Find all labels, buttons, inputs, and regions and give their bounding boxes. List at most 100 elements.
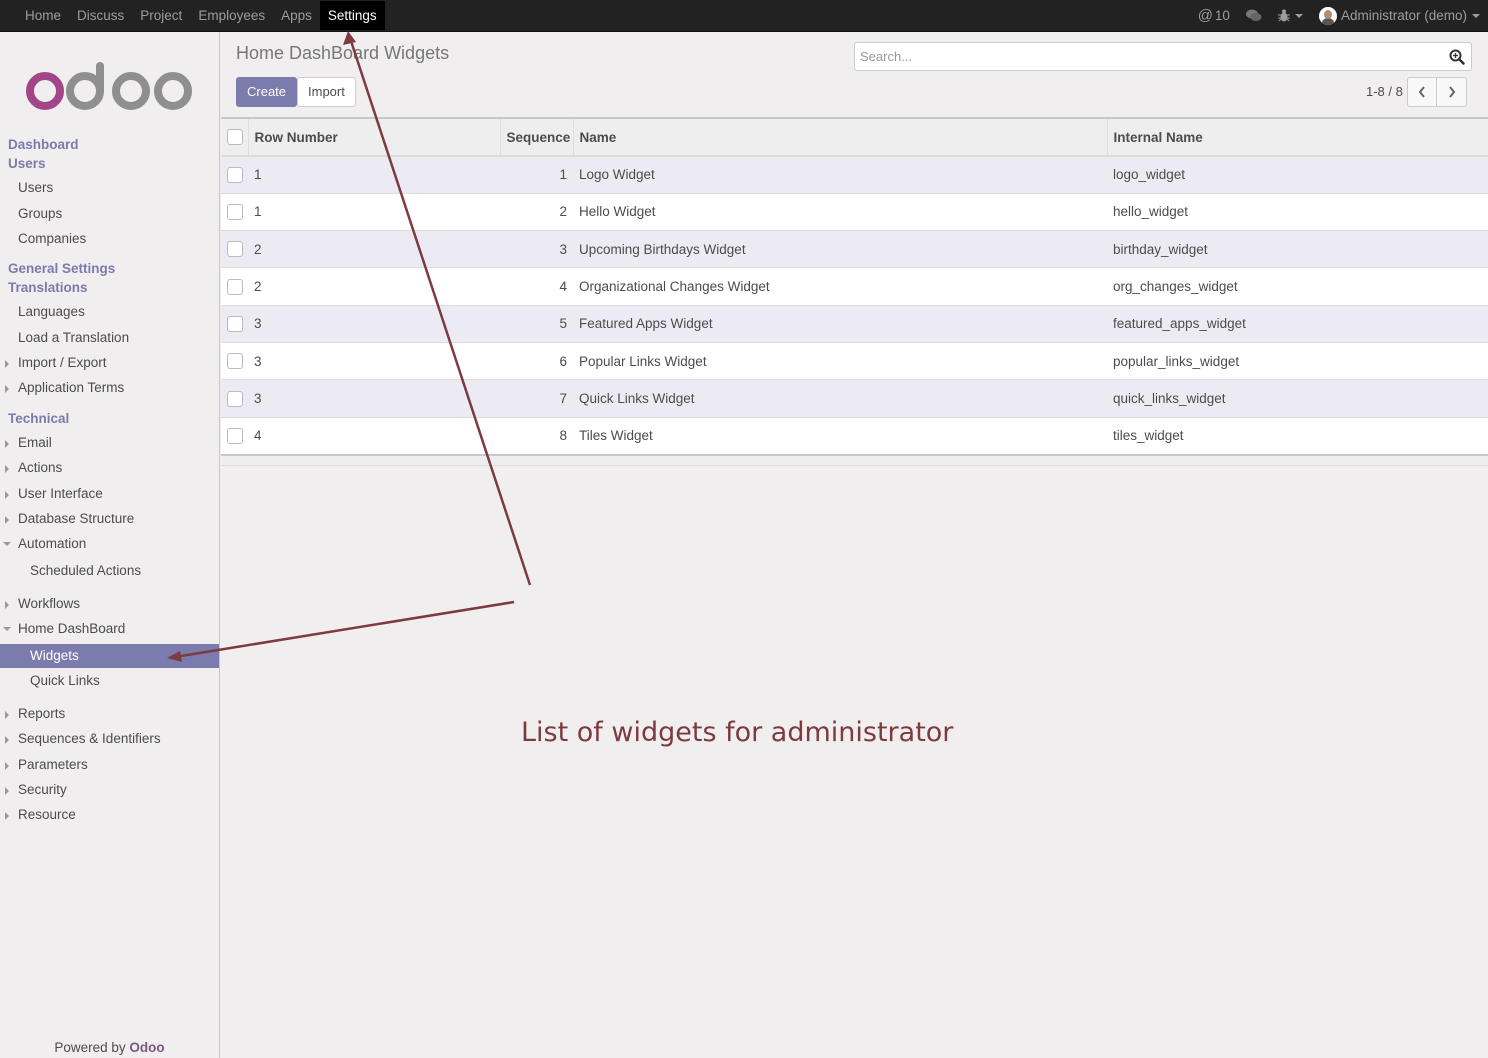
sidebar-item-load-translation[interactable]: Load a Translation xyxy=(0,326,219,350)
sidebar-item-users[interactable]: Users xyxy=(0,176,219,200)
chat-button[interactable] xyxy=(1245,9,1262,23)
page-title: Home DashBoard Widgets xyxy=(236,43,450,63)
sidebar-item-scheduled-actions[interactable]: Scheduled Actions xyxy=(0,559,219,583)
sidebar-item-automation[interactable]: Automation xyxy=(0,532,219,556)
cell-sequence: 8 xyxy=(559,428,567,444)
odoo-logo[interactable] xyxy=(26,62,194,112)
cell-row-number: 3 xyxy=(254,353,262,369)
import-button[interactable]: Import xyxy=(297,77,356,107)
table-row[interactable]: 1 1 Logo Widget logo_widget xyxy=(221,156,1488,194)
pager-next-button[interactable] xyxy=(1437,77,1467,107)
pager-value[interactable]: 1-8 / 8 xyxy=(1366,84,1403,99)
sidebar-item-application-terms[interactable]: Application Terms xyxy=(0,376,219,400)
sidebar-section-dashboard[interactable]: Dashboard xyxy=(8,137,79,152)
column-name[interactable]: Name xyxy=(572,118,1107,156)
create-button[interactable]: Create xyxy=(236,77,298,107)
sidebar-item-email[interactable]: Email xyxy=(0,431,219,455)
cell-sequence: 1 xyxy=(559,167,567,183)
sidebar-item-parameters[interactable]: Parameters xyxy=(0,753,219,777)
sidebar-section-translations[interactable]: Translations xyxy=(8,280,88,295)
bug-icon xyxy=(1277,9,1290,22)
sidebar-item-label: Automation xyxy=(18,536,87,551)
row-checkbox[interactable] xyxy=(227,353,243,370)
table-row[interactable]: 3 7 Quick Links Widget quick_links_widge… xyxy=(221,379,1488,418)
sidebar-item-languages[interactable]: Languages xyxy=(0,300,219,324)
sidebar-item-user-interface[interactable]: User Interface xyxy=(0,482,219,506)
annotation-text: List of widgets for administrator xyxy=(521,717,954,748)
sidebar-item-database-structure[interactable]: Database Structure xyxy=(0,507,219,531)
sidebar-item-reports[interactable]: Reports xyxy=(0,702,219,726)
sidebar-item-import-export[interactable]: Import / Export xyxy=(0,351,219,375)
powered-by-text: Powered by xyxy=(54,1040,126,1055)
mentions-button[interactable]: @ 10 xyxy=(1198,7,1230,24)
cell-row-number: 3 xyxy=(254,390,262,406)
sidebar: Dashboard Users Users Groups Companies G… xyxy=(0,32,220,1058)
user-menu[interactable]: Administrator (demo) xyxy=(1318,6,1480,25)
sidebar-section-users[interactable]: Users xyxy=(8,156,46,171)
sidebar-item-actions[interactable]: Actions xyxy=(0,456,219,480)
caret-right-icon xyxy=(5,787,9,795)
cell-name: Tiles Widget xyxy=(579,428,653,444)
search-bar xyxy=(854,42,1472,71)
menu-discuss[interactable]: Discuss xyxy=(69,1,132,30)
sidebar-item-resource[interactable]: Resource xyxy=(0,803,219,827)
row-checkbox[interactable] xyxy=(227,167,243,184)
sidebar-item-workflows[interactable]: Workflows xyxy=(0,592,219,616)
main-menu: Home Discuss Project Employees Apps Sett… xyxy=(17,0,385,31)
sidebar-item-companies[interactable]: Companies xyxy=(0,227,219,251)
top-navbar: Home Discuss Project Employees Apps Sett… xyxy=(0,0,1488,32)
table-row[interactable]: 2 3 Upcoming Birthdays Widget birthday_w… xyxy=(221,230,1488,268)
pager-previous-button[interactable] xyxy=(1407,77,1437,107)
menu-apps[interactable]: Apps xyxy=(273,1,320,30)
row-checkbox[interactable] xyxy=(227,316,243,333)
debug-menu[interactable] xyxy=(1277,9,1303,22)
table-row[interactable]: 2 4 Organizational Changes Widget org_ch… xyxy=(221,267,1488,306)
sidebar-item-sequences[interactable]: Sequences & Identifiers xyxy=(0,727,219,751)
column-sequence[interactable]: Sequence xyxy=(499,118,573,156)
sidebar-item-widgets[interactable]: Widgets xyxy=(0,644,219,668)
select-all-checkbox[interactable] xyxy=(227,129,243,146)
sidebar-item-security[interactable]: Security xyxy=(0,778,219,802)
column-row-number[interactable]: Row Number xyxy=(247,118,500,156)
cell-internal-name: quick_links_widget xyxy=(1113,390,1226,406)
cell-internal-name: popular_links_widget xyxy=(1113,353,1240,369)
row-checkbox[interactable] xyxy=(227,204,243,221)
sidebar-item-groups[interactable]: Groups xyxy=(0,202,219,226)
cell-row-number: 2 xyxy=(254,241,262,257)
search-icon[interactable] xyxy=(1449,49,1465,65)
table-row[interactable]: 1 2 Hello Widget hello_widget xyxy=(221,193,1488,231)
sidebar-item-label: Users xyxy=(18,180,54,195)
sidebar-section-technical[interactable]: Technical xyxy=(8,411,69,426)
search-input[interactable] xyxy=(855,43,1435,70)
sidebar-section-general-settings[interactable]: General Settings xyxy=(8,261,115,276)
row-checkbox[interactable] xyxy=(227,390,243,407)
powered-by-link[interactable]: Odoo xyxy=(129,1040,164,1055)
row-checkbox[interactable] xyxy=(227,278,243,295)
menu-settings[interactable]: Settings xyxy=(319,1,385,30)
table-row[interactable]: 3 5 Featured Apps Widget featured_apps_w… xyxy=(221,305,1488,343)
user-name: Administrator (demo) xyxy=(1340,8,1467,23)
sidebar-item-home-dashboard[interactable]: Home DashBoard xyxy=(0,617,219,641)
table-row[interactable]: 4 8 Tiles Widget tiles_widget xyxy=(221,417,1488,455)
cell-name: Popular Links Widget xyxy=(579,353,707,369)
table-header-row: Row Number Sequence Name Internal Name xyxy=(221,118,1488,156)
sidebar-item-label: Resource xyxy=(18,807,76,822)
menu-project[interactable]: Project xyxy=(132,1,190,30)
mentions-count: 10 xyxy=(1214,8,1230,23)
sidebar-item-label: Load a Translation xyxy=(18,330,130,345)
column-internal-name[interactable]: Internal Name xyxy=(1106,118,1488,156)
menu-employees[interactable]: Employees xyxy=(190,1,273,30)
row-checkbox[interactable] xyxy=(227,427,243,444)
powered-by: Powered by Odoo xyxy=(0,1040,219,1055)
row-checkbox[interactable] xyxy=(227,241,243,258)
caret-right-icon xyxy=(5,736,9,744)
cell-row-number: 1 xyxy=(254,167,262,183)
menu-home[interactable]: Home xyxy=(17,1,69,30)
caret-down-icon xyxy=(3,627,11,631)
sidebar-item-label: Security xyxy=(18,782,67,797)
table-row[interactable]: 3 6 Popular Links Widget popular_links_w… xyxy=(221,342,1488,380)
sidebar-item-quick-links[interactable]: Quick Links xyxy=(0,669,219,693)
caret-right-icon xyxy=(5,360,9,368)
cell-name: Quick Links Widget xyxy=(579,390,695,406)
caret-right-icon xyxy=(5,440,9,448)
